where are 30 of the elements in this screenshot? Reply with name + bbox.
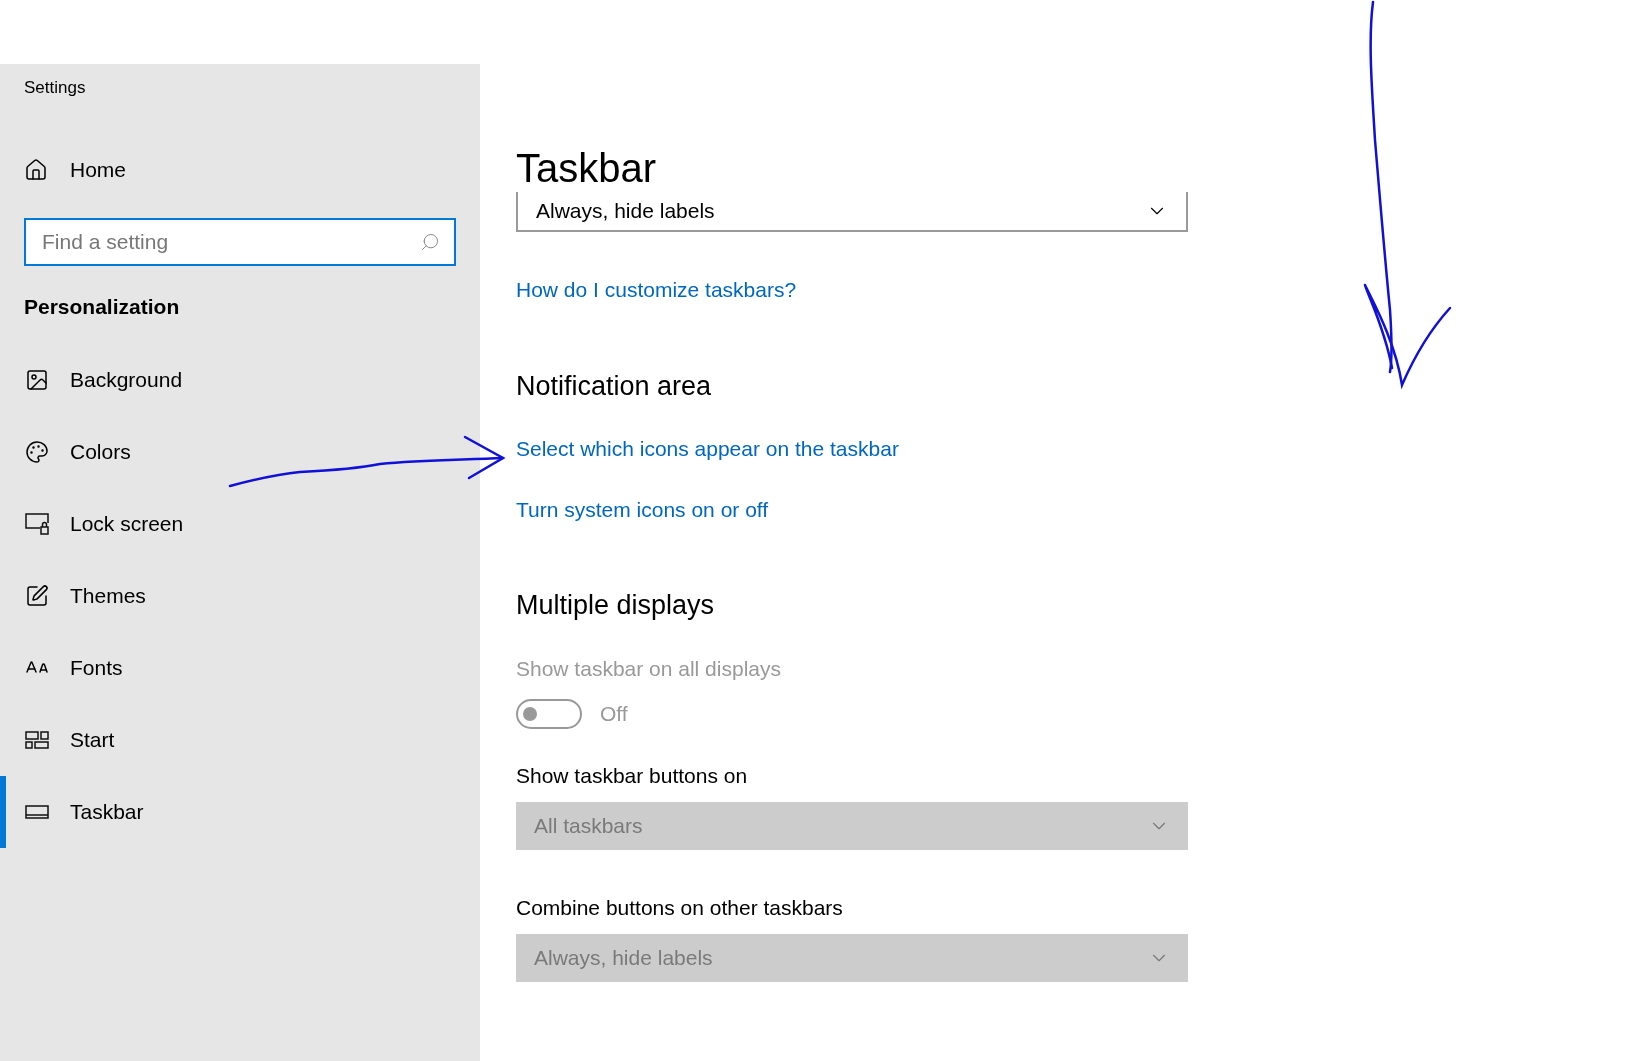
sidebar-item[interactable]: Background — [0, 344, 456, 416]
home-nav-item[interactable]: Home — [24, 150, 456, 190]
section-heading: Notification area — [516, 370, 713, 403]
section-heading: Personalization — [24, 294, 181, 320]
section-heading: Multiple displays — [516, 589, 716, 622]
dropdown[interactable]: Always, hide labels — [516, 192, 1188, 232]
field-label: Show taskbar buttons on — [516, 763, 749, 788]
picture-icon — [25, 368, 49, 392]
toggle-label: Show taskbar on all displays — [516, 657, 782, 681]
pen-icon — [25, 584, 49, 608]
sidebar-item[interactable]: Colors — [0, 416, 456, 488]
palette-icon — [25, 440, 49, 464]
toggle-state: Off — [600, 701, 628, 727]
tiles-icon — [25, 731, 49, 749]
lock-screen-icon — [25, 513, 49, 535]
home-icon — [24, 158, 48, 182]
help-link[interactable]: How do I customize taskbars? — [516, 278, 797, 302]
sidebar-item[interactable]: Themes — [0, 560, 456, 632]
search-field[interactable]: Find a setting — [24, 218, 456, 266]
search-icon — [420, 232, 440, 252]
taskbar-icon — [25, 805, 49, 819]
settings-link[interactable]: Turn system icons on or off — [516, 498, 769, 522]
page-title: Taskbar — [516, 145, 658, 192]
sidebar-item[interactable]: Start — [0, 704, 456, 776]
field-label: Combine buttons on other taskbars — [516, 895, 844, 920]
sidebar-item[interactable]: Taskbar — [0, 776, 456, 848]
sidebar-item[interactable]: Lock screen — [0, 488, 456, 560]
window-title: Settings — [24, 77, 86, 100]
sidebar-item[interactable]: Fonts — [0, 632, 456, 704]
settings-link[interactable]: Select which icons appear on the taskbar — [516, 437, 899, 461]
